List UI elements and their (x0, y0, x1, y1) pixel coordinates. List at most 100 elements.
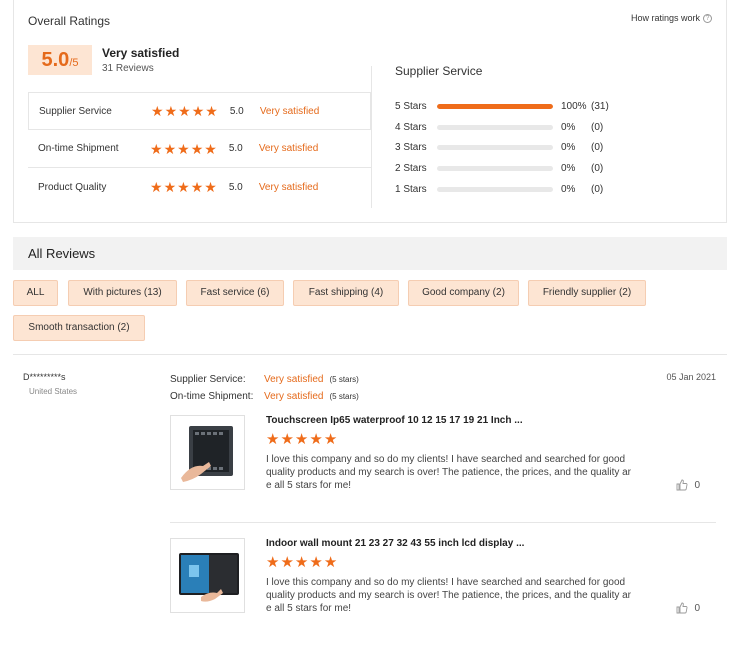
star-icon: ★ (294, 431, 309, 448)
filter-chip-all[interactable]: ALL (13, 280, 58, 306)
star-icon: ★ (178, 103, 191, 119)
filter-chip-good-company[interactable]: Good company (2) (408, 280, 519, 306)
review-text: I love this company and so do my clients… (266, 454, 632, 491)
service-rating-label: On-time Shipment: (170, 391, 254, 402)
metric-name: On-time Shipment (38, 143, 119, 154)
filter-chip-friendly-supplier[interactable]: Friendly supplier (2) (528, 280, 646, 306)
star-icon: ★ (151, 103, 164, 119)
star-icon: ★ (177, 140, 190, 157)
metric-value: 5.0 (228, 143, 243, 154)
star-icon: ★ (323, 431, 338, 448)
metric-label: Very satisfied (258, 181, 319, 193)
star-distribution: 5 Stars 100% (31) 4 Stars 0% (0) 3 Stars 0% (0) 2… (395, 96, 635, 199)
product-thumbnail[interactable] (170, 415, 245, 490)
filter-chip-fast-service[interactable]: Fast service (6) (186, 280, 284, 306)
metric-label: Very satisfied (258, 143, 319, 154)
distribution-row[interactable]: 2 Stars 0% (0) (395, 158, 635, 179)
star-icon: ★ (150, 179, 163, 195)
service-rating-value: Very satisfied (264, 391, 324, 402)
wall-display-image (179, 553, 239, 602)
star-icon: ★ (191, 103, 205, 119)
metric-value: 5.0 (228, 181, 243, 193)
reviewed-product: Indoor wall mount 21 23 27 32 43 55 inch… (170, 538, 716, 628)
distribution-count: (0) (591, 183, 604, 195)
overall-ratings-title: Overall Ratings (28, 14, 111, 28)
metric-row-on-time-shipment[interactable]: On-time Shipment ★ ★ ★ ★ ★ 5.0 Very satisfie… (28, 130, 371, 168)
star-icon: ★ (266, 431, 280, 448)
product-title[interactable]: Indoor wall mount 21 23 27 32 43 55 inch… (266, 538, 524, 549)
star-icon: ★ (309, 554, 323, 571)
overall-score-label: Very satisfied (102, 46, 180, 60)
filter-chip-fast-shipping[interactable]: Fast shipping (4) (293, 280, 399, 306)
overall-ratings-panel: Overall Ratings How ratings work ? 5.0/5… (13, 0, 727, 223)
star-icon: ★ (204, 140, 217, 157)
distribution-label: 2 Stars (395, 162, 427, 174)
filter-chip-with-pictures[interactable]: With pictures (13) (68, 280, 177, 306)
review-date: 05 Jan 2021 (666, 372, 716, 382)
like-button[interactable]: 0 (676, 602, 700, 614)
service-rating-row: On-time Shipment: Very satisfied (5 star… (170, 388, 359, 405)
product-thumbnail[interactable] (170, 538, 245, 613)
star-icon: ★ (190, 179, 204, 195)
service-rating-row: Supplier Service: Very satisfied (5 star… (170, 371, 359, 388)
distribution-percent: 0% (561, 121, 576, 133)
star-icon: ★ (280, 554, 294, 571)
star-icon: ★ (163, 179, 177, 195)
star-icon: ★ (280, 431, 294, 448)
distribution-percent: 100% (561, 100, 587, 112)
distribution-label: 5 Stars (395, 100, 427, 112)
distribution-row[interactable]: 4 Stars 0% (0) (395, 117, 635, 138)
question-icon[interactable]: ? (703, 13, 712, 23)
all-reviews-header: All Reviews (13, 237, 727, 270)
star-icon: ★ (266, 554, 280, 571)
metric-row-product-quality[interactable]: Product Quality ★ ★ ★ ★ ★ 5.0 Very satisfied (28, 168, 371, 206)
star-icon: ★ (150, 140, 163, 157)
touchscreen-panel-image (181, 426, 233, 482)
how-ratings-work-link[interactable]: How ratings work ? (631, 13, 712, 23)
distribution-percent: 0% (561, 142, 576, 154)
star-icon: ★ (309, 431, 323, 448)
distribution-bar (437, 165, 553, 171)
distribution-row[interactable]: 3 Stars 0% (0) (395, 137, 635, 158)
star-icon: ★ (294, 554, 309, 571)
metric-value: 5.0 (229, 105, 244, 117)
distribution-row[interactable]: 1 Stars 0% (0) (395, 179, 635, 200)
metric-row-supplier-service[interactable]: Supplier Service ★ ★ ★ ★ ★ 5.0 Very satisfie… (28, 92, 371, 130)
distribution-count: (0) (591, 162, 604, 174)
distribution-bar (437, 103, 553, 109)
distribution-row[interactable]: 5 Stars 100% (31) (395, 96, 635, 117)
filter-chip-smooth-transaction[interactable]: Smooth transaction (2) (13, 315, 145, 341)
metric-label: Very satisfied (259, 105, 320, 117)
distribution-bar (437, 145, 553, 151)
distribution-percent: 0% (561, 183, 576, 195)
reviewer-name: D*********s (23, 372, 66, 382)
distribution-label: 3 Stars (395, 142, 427, 154)
distribution-percent: 0% (561, 162, 576, 174)
distribution-bar (437, 124, 553, 130)
review-service-ratings: Supplier Service: Very satisfied (5 star… (170, 371, 359, 405)
service-rating-stars: (5 stars) (329, 392, 359, 401)
overall-score-badge: 5.0/5 (28, 45, 92, 75)
like-count: 0 (694, 479, 700, 491)
star-icon: ★ (323, 554, 338, 571)
product-title[interactable]: Touchscreen Ip65 waterproof 10 12 15 17 … (266, 415, 523, 426)
how-ratings-work-label[interactable]: How ratings work (631, 13, 700, 23)
product-rating: ★ ★ ★ ★ ★ (266, 432, 337, 447)
metric-stars: ★ ★ ★ ★ ★ (150, 142, 217, 156)
like-count: 0 (694, 602, 700, 614)
star-icon: ★ (177, 179, 190, 195)
distribution-label: 4 Stars (395, 121, 427, 133)
metric-name: Product Quality (38, 181, 107, 193)
thumbs-up-icon (676, 479, 688, 491)
distribution-title: Supplier Service (395, 64, 483, 78)
service-rating-value: Very satisfied (264, 374, 324, 385)
overall-score-denominator: /5 (69, 57, 79, 69)
product-rating: ★ ★ ★ ★ ★ (266, 555, 337, 570)
service-rating-label: Supplier Service: (170, 374, 246, 385)
star-icon: ★ (204, 179, 217, 195)
star-icon: ★ (163, 140, 177, 157)
reviewer-country: United States (29, 387, 78, 396)
like-button[interactable]: 0 (676, 479, 700, 491)
distribution-bar (437, 186, 553, 192)
divider (13, 354, 727, 355)
